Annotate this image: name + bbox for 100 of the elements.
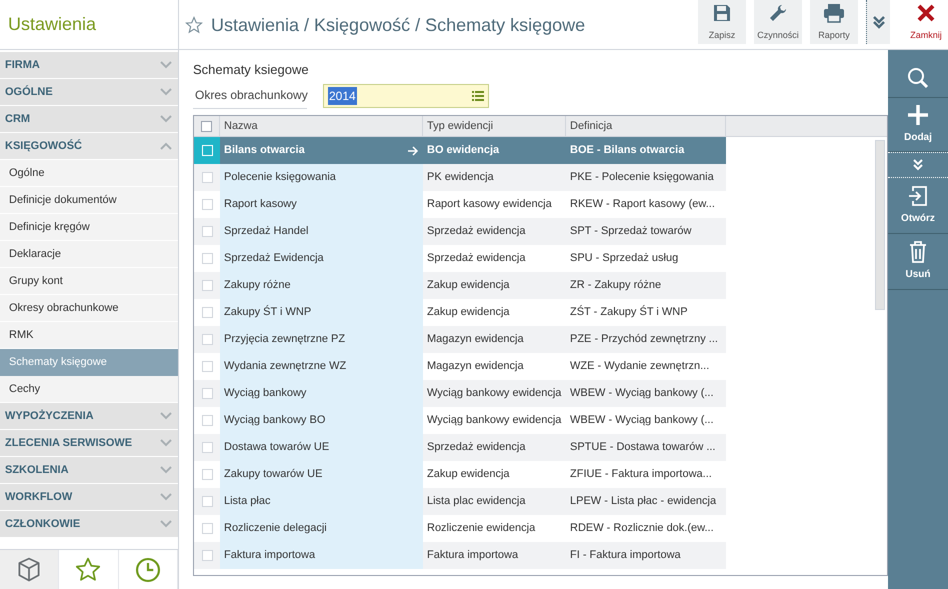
table-cell-text: SPTUE - Dostawa towarów ...	[570, 440, 716, 456]
chevron-down-icon	[160, 412, 172, 420]
table-cell-text: Rozliczenie ewidencja	[427, 521, 536, 536]
double-chevron-down-icon	[913, 159, 923, 171]
row-checkbox[interactable]	[202, 469, 212, 480]
row-checkbox[interactable]	[202, 523, 212, 534]
more-button[interactable]	[866, 0, 890, 44]
sidebar-item[interactable]: Definicje dokumentów	[0, 187, 178, 214]
table-cell-text: Lista płac	[224, 494, 270, 510]
table-cell-text: Rozliczenie delegacji	[224, 521, 327, 536]
arrow-right-icon	[408, 146, 419, 156]
table-cell-text: Lista plac ewidencja	[427, 494, 526, 510]
field-label: Okres obrachunkowy	[193, 82, 307, 109]
table-cell-text: Wyciąg bankowy	[224, 386, 306, 402]
table-cell-text: SPU - Sprzedaż usług	[570, 251, 678, 266]
chevron-down-icon	[160, 115, 172, 123]
table-cell-text: Wyciąg bankowy BO	[224, 413, 326, 428]
list-icon[interactable]	[472, 90, 484, 100]
delete-button[interactable]: Usuń	[888, 234, 948, 290]
expand-button[interactable]	[888, 152, 948, 178]
table-cell-text: Zakupy różne	[224, 278, 291, 294]
table-cell-text: PZE - Przychód zewnętrzny ...	[570, 332, 718, 348]
table-cell-text: Zakup ewidencja	[427, 305, 510, 320]
sidebar-item[interactable]: Okresy obrachunkowe	[0, 295, 178, 322]
chevron-down-icon	[160, 466, 172, 474]
plus-icon	[907, 104, 929, 126]
row-checkbox[interactable]	[202, 550, 212, 561]
table-cell-text: WZE - Wydanie zewnętrzn...	[570, 359, 710, 374]
sidebar-tab[interactable]	[0, 550, 60, 589]
chevron-down-icon	[160, 439, 172, 447]
sidebar-item[interactable]: RMK	[0, 322, 178, 349]
table-cell-text: Zakup ewidencja	[427, 278, 510, 294]
sidebar-item[interactable]: Ogólne	[0, 160, 178, 187]
sidebar-section[interactable]: SZKOLENIA	[0, 457, 178, 484]
sidebar-section[interactable]: CRM	[0, 106, 178, 133]
table-cell-text: Sprzedaż Ewidencja	[224, 251, 324, 266]
table-cell-text: PK ewidencja	[427, 170, 494, 186]
wrench-icon	[768, 2, 788, 22]
row-checkbox[interactable]	[202, 334, 212, 345]
row-checkbox[interactable]	[202, 388, 212, 399]
sidebar-section[interactable]: WYPOŻYCZENIA	[0, 403, 178, 430]
table-cell-text: Polecenie księgowania	[224, 170, 336, 186]
reports-button[interactable]: Raporty	[810, 0, 858, 44]
add-button[interactable]: Dodaj	[888, 98, 948, 152]
breadcrumb-title: Ustawienia / Księgowość / Schematy księgowe	[211, 14, 586, 37]
table-cell-text: ZFIUE - Faktura importowa...	[570, 467, 712, 482]
table-cell-text: WBEW - Wyciąg bankowy (...	[570, 413, 714, 428]
sidebar-item[interactable]: Definicje kręgów	[0, 214, 178, 241]
sidebar-item[interactable]: Cechy	[0, 376, 178, 403]
table-cell-text: ZŚT - Zakupy ŚT i WNP	[570, 304, 688, 320]
sidebar-item[interactable]: Deklaracje	[0, 241, 178, 268]
row-checkbox[interactable]	[202, 496, 212, 507]
sidebar-item[interactable]: Grupy kont	[0, 268, 178, 295]
table-cell-text: Raport kasowy	[224, 197, 297, 212]
clock-icon	[134, 556, 162, 584]
table-cell-text: Zakupy towarów UE	[224, 467, 322, 482]
table-cell-text: BOE - Bilans otwarcia	[570, 143, 684, 158]
sidebar-section[interactable]: OGÓLNE	[0, 79, 178, 106]
table-cell-text: RKEW - Raport kasowy (ew...	[570, 197, 715, 212]
table-cell-text: RDEW - Rozlicznie dok.(ew...	[570, 521, 714, 536]
actions-button[interactable]: Czynności	[754, 0, 802, 44]
search-icon	[907, 66, 929, 88]
row-checkbox[interactable]	[202, 172, 212, 183]
table-cell-text: FI - Faktura importowa	[570, 548, 681, 564]
table-cell-text: Zakup ewidencja	[427, 467, 510, 482]
open-button[interactable]: Otwórz	[888, 178, 948, 234]
table-cell-text: SPT - Sprzedaż towarów	[570, 224, 692, 240]
column-header[interactable]: Nazwa	[220, 116, 423, 136]
table-cell-text: Wyciąg bankowy ewidencja	[427, 413, 562, 428]
row-checkbox[interactable]	[202, 415, 212, 426]
row-checkbox[interactable]	[202, 253, 212, 264]
chevron-down-icon	[160, 493, 172, 501]
period-field[interactable]: 2014	[323, 84, 489, 108]
table-cell-text: Zakupy ŚT i WNP	[224, 304, 312, 320]
save-button[interactable]: Zapisz	[698, 0, 746, 44]
printer-icon	[823, 2, 845, 22]
sidebar-section[interactable]: WORKFLOW	[0, 484, 178, 511]
table-cell-text: Wyciąg bankowy ewidencja	[427, 386, 562, 402]
row-checkbox[interactable]	[202, 361, 212, 372]
chevron-down-icon	[160, 61, 172, 69]
table-cell-text: ZR - Zakupy różne	[570, 278, 662, 294]
select-all-checkbox[interactable]	[201, 120, 212, 132]
column-header[interactable]: Typ ewidencji	[423, 116, 566, 136]
sidebar-section[interactable]: ZLECENIA SERWISOWE	[0, 430, 178, 457]
table-cell-text: Raport kasowy ewidencja	[427, 197, 552, 212]
row-checkbox[interactable]	[202, 199, 212, 210]
table-cell-text: Przyjęcia zewnętrzne PZ	[224, 332, 346, 348]
sidebar-section[interactable]: CZŁONKOWIE	[0, 511, 178, 538]
column-header[interactable]: Definicja	[566, 116, 726, 136]
star-icon[interactable]	[185, 16, 203, 34]
row-checkbox[interactable]	[202, 280, 212, 291]
table-cell-text: Sprzedaż ewidencja	[427, 251, 526, 266]
row-checkbox[interactable]	[202, 442, 212, 453]
chevron-up-icon	[160, 142, 172, 150]
row-checkbox[interactable]	[202, 307, 212, 318]
sidebar-section[interactable]: KSIĘGOWOŚĆ	[0, 133, 178, 160]
scrollbar[interactable]	[875, 140, 885, 310]
close-icon	[916, 2, 936, 22]
sidebar-section[interactable]: FIRMA	[0, 52, 178, 79]
row-checkbox[interactable]	[202, 226, 212, 237]
